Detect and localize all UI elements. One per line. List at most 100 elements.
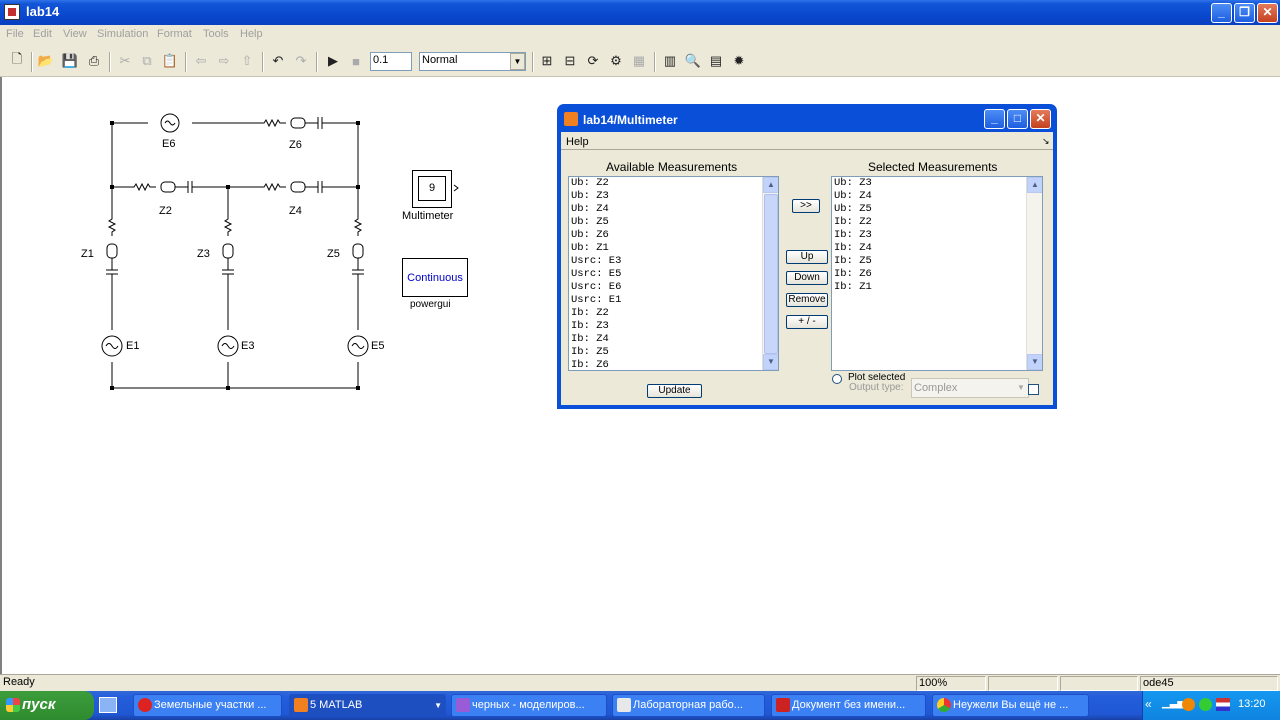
powergui-block[interactable]: Continuous xyxy=(402,258,468,297)
tray-expand-icon[interactable]: « xyxy=(1145,697,1152,711)
selected-header: Selected Measurements xyxy=(868,160,998,174)
document-icon xyxy=(617,698,631,712)
selected-measurements-list[interactable]: Ub: Z3 Ub: Z4 Ub: Z5 Ib: Z2 Ib: Z3 Ib: Z… xyxy=(831,176,1043,371)
zoom-level: 100% xyxy=(916,676,986,691)
list-item[interactable]: Ub: Z3 xyxy=(832,177,1042,190)
task-label: черных - моделиров... xyxy=(472,699,585,711)
status-bar: Ready 100% ode45 xyxy=(0,674,1280,691)
list-item[interactable]: Ib: Z4 xyxy=(569,333,778,346)
task-item[interactable]: Лабораторная рабо... xyxy=(612,694,765,717)
task-item[interactable]: Документ без имени... xyxy=(771,694,926,717)
task-item[interactable]: Неужели Вы ещё не ... xyxy=(932,694,1089,717)
list-item[interactable]: Usrc: E1 xyxy=(569,294,778,307)
scroll-down-icon[interactable]: ▼ xyxy=(763,354,778,370)
dock-arrow-icon[interactable]: ↘ xyxy=(1042,136,1050,147)
restore-button[interactable]: ❐ xyxy=(1234,3,1255,23)
list-item[interactable]: Ib: Z4 xyxy=(832,242,1042,255)
chrome-icon xyxy=(937,698,951,712)
list-item[interactable]: Ub: Z1 xyxy=(569,242,778,255)
list-item[interactable]: Ub: Z3 xyxy=(569,190,778,203)
list-item[interactable]: Ub: Z5 xyxy=(569,216,778,229)
model-explorer-icon[interactable]: 🔍 xyxy=(684,52,702,70)
dialog-close-button[interactable]: ✕ xyxy=(1030,109,1051,129)
label-z5: Z5 xyxy=(327,248,340,260)
network-signal-icon[interactable]: ▁▃▅ xyxy=(1162,698,1185,711)
dialog-minimize-button[interactable]: _ xyxy=(984,109,1005,129)
language-flag-icon[interactable] xyxy=(1216,698,1230,711)
chevron-down-icon[interactable]: ▼ xyxy=(1014,380,1028,396)
app-icon xyxy=(776,698,790,712)
list-item[interactable]: Ub: Z4 xyxy=(832,190,1042,203)
available-scrollbar[interactable]: ▲ ▼ xyxy=(762,177,778,370)
task-item[interactable]: 5 MATLAB ▼ xyxy=(289,694,446,717)
powergui-label: powergui xyxy=(410,299,451,310)
list-item[interactable]: Ib: Z3 xyxy=(569,320,778,333)
available-header: Available Measurements xyxy=(606,160,738,174)
scroll-thumb[interactable] xyxy=(764,194,778,354)
refresh-icon[interactable]: ⟳ xyxy=(584,52,602,70)
tray-app-icon[interactable] xyxy=(1199,698,1212,711)
available-measurements-list[interactable]: Ub: Z2 Ub: Z3 Ub: Z4 Ub: Z5 Ub: Z6 Ub: Z… xyxy=(568,176,779,371)
label-z6: Z6 xyxy=(289,139,302,151)
task-label: Неужели Вы ещё не ... xyxy=(953,699,1069,711)
plot-selected-radio[interactable] xyxy=(832,374,842,384)
remove-button[interactable]: Remove xyxy=(786,293,828,307)
move-down-button[interactable]: Down xyxy=(786,271,828,285)
debug-icon[interactable]: ⚙ xyxy=(607,52,625,70)
library-browser-icon[interactable]: ▥ xyxy=(661,52,679,70)
list-item[interactable]: Ub: Z5 xyxy=(832,203,1042,216)
selected-scrollbar[interactable]: ▲ ▼ xyxy=(1026,177,1042,370)
show-desktop-icon[interactable] xyxy=(99,697,117,713)
scroll-up-icon[interactable]: ▲ xyxy=(1027,177,1042,193)
plot-selected-label: Plot selected xyxy=(848,373,906,381)
move-up-button[interactable]: Up xyxy=(786,250,828,264)
status-cell-empty xyxy=(1060,676,1138,691)
list-item[interactable]: Ib: Z6 xyxy=(832,268,1042,281)
sign-toggle-button[interactable]: + / - xyxy=(786,315,828,329)
build-icon[interactable]: ⊟ xyxy=(561,52,579,70)
output-type-select[interactable]: Complex xyxy=(911,378,1029,398)
task-item[interactable]: черных - моделиров... xyxy=(451,694,607,717)
list-item[interactable]: Ib: Z1 xyxy=(832,281,1042,294)
list-item[interactable]: Ib: Z2 xyxy=(569,307,778,320)
list-item[interactable]: Ib: Z6 xyxy=(569,359,778,370)
list-item[interactable]: Usrc: E3 xyxy=(569,255,778,268)
multimeter-count: 9 xyxy=(418,176,446,201)
list-item[interactable]: Usrc: E6 xyxy=(569,281,778,294)
dialog-maximize-button[interactable]: □ xyxy=(1007,109,1028,129)
add-measurement-button[interactable]: >> xyxy=(792,199,820,213)
label-z4: Z4 xyxy=(289,205,302,217)
opera-icon xyxy=(138,698,152,712)
profiler-icon[interactable]: ▦ xyxy=(630,52,648,70)
tray-app-icon[interactable] xyxy=(1182,698,1195,711)
list-item[interactable]: Ub: Z4 xyxy=(569,203,778,216)
matlab-logo-icon xyxy=(564,112,578,126)
list-item[interactable]: Ub: Z2 xyxy=(569,177,778,190)
task-label: Лабораторная рабо... xyxy=(633,699,743,711)
list-item[interactable]: Usrc: E5 xyxy=(569,268,778,281)
label-e1: E1 xyxy=(126,340,140,352)
scroll-down-icon[interactable]: ▼ xyxy=(1027,354,1042,370)
minimize-button[interactable]: _ xyxy=(1211,3,1232,23)
scroll-up-icon[interactable]: ▲ xyxy=(763,177,778,193)
task-label: 5 MATLAB xyxy=(310,699,363,711)
close-button[interactable]: ✕ xyxy=(1257,3,1278,23)
circuit-diagram xyxy=(101,113,459,390)
label-z3: Z3 xyxy=(197,248,210,260)
list-item[interactable]: Ub: Z6 xyxy=(569,229,778,242)
list-item[interactable]: Ib: Z5 xyxy=(569,346,778,359)
task-label: Документ без имени... xyxy=(792,699,906,711)
task-item[interactable]: Земельные участки ... xyxy=(133,694,282,717)
debugger-icon[interactable]: ✹ xyxy=(730,52,748,70)
dialog-title: lab14/Multimeter xyxy=(583,113,678,127)
output-type-label: Output type: xyxy=(849,382,904,393)
label-z1: Z1 xyxy=(81,248,94,260)
model-browser-icon[interactable]: ▤ xyxy=(707,52,725,70)
list-item[interactable]: Ib: Z5 xyxy=(832,255,1042,268)
list-item[interactable]: Ib: Z2 xyxy=(832,216,1042,229)
complex-checkbox[interactable] xyxy=(1028,384,1039,395)
list-item[interactable]: Ib: Z3 xyxy=(832,229,1042,242)
update-button[interactable]: Update xyxy=(647,384,702,398)
dialog-menu-help[interactable]: Help xyxy=(566,136,589,148)
multimeter-label: Multimeter xyxy=(402,210,454,222)
